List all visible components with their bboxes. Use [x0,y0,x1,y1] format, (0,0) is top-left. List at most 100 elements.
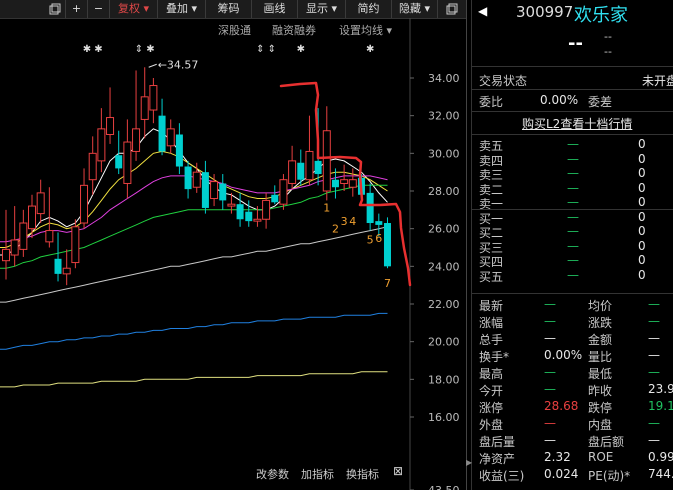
candle-body [288,160,297,184]
huanzhibiao-button[interactable]: 换指标 [346,466,379,482]
gaicanshu-button[interactable]: 改参数 [256,466,289,482]
y-tick-label: 43.50 [428,484,460,490]
candle-body [366,192,374,224]
stat-label: 量比 [588,350,613,364]
candle-body [158,115,166,152]
stat-label: 涨跌 [588,316,613,330]
order-book-price: — [567,195,579,209]
stat-label: 跌停 [588,401,613,415]
price-change: -- [604,30,612,43]
y-tick-label: 16.00 [428,411,460,424]
wave-label: 2 [332,222,339,235]
stat-label: 均价 [588,299,613,313]
y-tick-label: 18.00 [428,373,460,386]
stat-label: 总手 [479,333,504,347]
stat-value: — [544,297,556,311]
candle-body [62,267,71,275]
stat-label: 净资产 [479,452,516,466]
candle-body [192,171,201,188]
y-tick-label: 30.00 [428,147,460,160]
order-book-volume: 0 [638,180,646,195]
stat-value: — [648,314,660,328]
candle-body [279,179,288,205]
stat-label: ROE [588,450,614,464]
candle-body [322,130,331,192]
stat-label: 最新 [479,299,504,313]
stock-code: 300997 [516,3,574,21]
stat-label: 最高 [479,367,504,381]
order-book-price: — [567,267,579,282]
stat-label: 外盘 [479,418,504,432]
signal-marker: ✱ [297,44,305,55]
stat-label: 金额 [588,333,613,347]
order-book-volume: 0 [638,195,646,209]
weibi-value: 0.00% [540,93,579,107]
wave-label: 7 [384,277,391,290]
stat-label: 涨幅 [479,316,504,330]
jiazhibiao-button[interactable]: 加指标 [301,466,334,482]
high-annotation: ←34.57 [158,58,199,71]
candle-body [80,184,89,224]
collapse-arrow-icon[interactable]: ◀ [478,4,487,18]
stat-value: — [648,433,660,447]
order-book-price: — [567,137,579,151]
order-book-volume: 0 [638,137,646,151]
candle-body [2,248,10,262]
candle-body [262,199,271,220]
candle-body [201,172,209,208]
candlestick-chart[interactable]: 34.00 32.00 30.00 28.00 26.00 24.00 22.00 20.00… [0,0,468,490]
signal-marker: ✱ ✱ [83,44,103,55]
order-book-price: — [567,224,579,238]
y-tick-label: 26.00 [428,223,460,236]
candle-body [331,179,339,188]
order-book-volume: 0 [638,209,646,224]
stat-value: 2.32 [544,450,571,464]
stat-label: 涨停 [479,401,504,415]
candle-body [149,85,158,111]
candle-body [71,226,80,264]
signal-marker: ✱ [366,44,374,55]
candle-body [54,258,62,274]
order-book-volume: 0 [638,267,646,282]
order-book-price: — [567,166,579,180]
stat-label: 昨收 [588,384,613,398]
candle-body [10,239,19,256]
stat-label: 盘后额 [588,435,625,449]
candle-body [36,192,45,215]
candle-body [106,117,115,136]
candle-body [45,230,54,243]
stat-label: 今开 [479,384,504,398]
candle-body [297,162,305,180]
y-tick-label: 24.00 [428,260,460,273]
candle-body [88,152,97,181]
wave-label: 4 [349,215,356,228]
order-book-volume: 0 [638,166,646,180]
weibi-label: 委比 [479,95,504,109]
stock-name: 欢乐家 [574,5,628,26]
wave-label: 3 [341,215,348,228]
stat-value: 0.99 [648,450,673,464]
candle-body [28,205,37,230]
stat-value: — [648,331,660,345]
stat-value: — [544,314,556,328]
candle-body [227,203,236,207]
order-book-volume: 0 [638,253,646,267]
weicha-label: 委差 [588,95,613,109]
trade-status-value: 未开盘 [642,74,673,88]
candle-body [19,222,28,250]
candle-body [123,141,132,184]
candle-body [375,221,383,225]
stat-value: — [544,433,556,447]
stat-value: — [544,416,556,430]
wave-label: 6 [375,232,382,245]
candle-body [271,194,279,203]
close-indicator-icon[interactable]: ⊠ [393,464,403,478]
y-tick-label: 20.00 [428,336,460,349]
order-book-label: 买五 [479,269,504,284]
candle-body [166,128,175,147]
y-tick-label: 28.00 [428,185,460,198]
stat-label: 盘后量 [479,435,516,449]
stat-value: 0.00% [544,348,583,362]
l2-upgrade-link[interactable]: 购买L2查看十档行情 [522,115,632,132]
order-book-volume: 0 [638,151,646,166]
